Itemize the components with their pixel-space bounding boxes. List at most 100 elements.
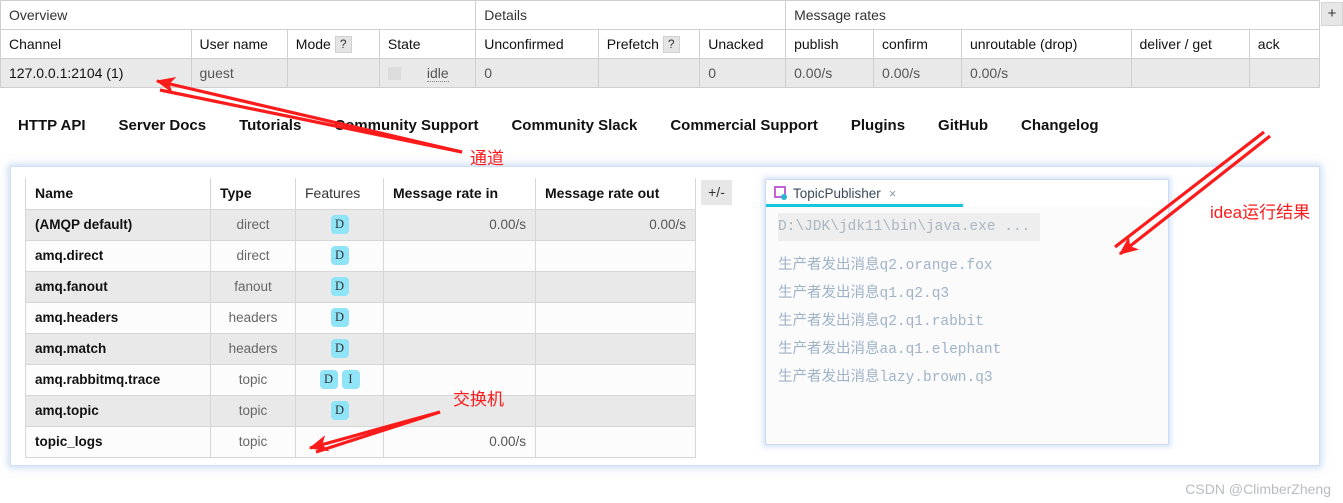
exchange-type-cell: direct — [210, 208, 296, 241]
console-command-line: D:\JDK\jdk11\bin\java.exe ... — [778, 213, 1041, 241]
column-header-unconfirmed[interactable]: Unconfirmed — [475, 29, 599, 59]
column-header-deliver-get[interactable]: deliver / get — [1130, 29, 1250, 59]
exchange-features-cell: D — [295, 394, 384, 427]
column-header-user-name[interactable]: User name — [190, 29, 288, 59]
column-header-state-label: State — [387, 36, 421, 52]
exchanges-table-row[interactable]: (AMQP default) direct D 0.00/s 0.00/s — [25, 208, 696, 241]
column-header-prefetch[interactable]: Prefetch? — [597, 29, 701, 59]
exchange-rate-out-cell — [535, 394, 696, 427]
exchanges-table-row[interactable]: amq.topic topic D — [25, 394, 696, 427]
column-header-prefetch-label: Prefetch — [606, 35, 659, 52]
exchanges-table-row[interactable]: amq.headers headers D — [25, 301, 696, 334]
exchange-name-cell[interactable]: amq.topic — [25, 394, 211, 427]
exchanges-table: Name Type Features Message rate in Messa… — [25, 178, 696, 458]
cell-state: idle — [378, 58, 477, 88]
ide-run-panel: TopicPublisher × D:\JDK\jdk11\bin\java.e… — [765, 179, 1169, 445]
exchange-name-cell[interactable]: (AMQP default) — [25, 208, 211, 241]
exchange-type-cell: headers — [210, 301, 296, 334]
exchange-features-cell: D — [295, 332, 384, 365]
exchange-features-cell: D — [295, 208, 384, 241]
exchanges-column-header-name[interactable]: Name — [25, 178, 211, 210]
group-header-overview: Overview — [0, 0, 477, 30]
footer-nav: HTTP API Server Docs Tutorials Community… — [0, 108, 1343, 142]
ide-tab-label[interactable]: TopicPublisher — [793, 186, 881, 201]
exchanges-column-header-type[interactable]: Type — [210, 178, 296, 210]
column-header-unacked[interactable]: Unacked — [699, 29, 787, 59]
exchange-name-cell[interactable]: amq.match — [25, 332, 211, 365]
cell-deliver-get — [1130, 58, 1250, 88]
exchange-name-cell[interactable]: amq.direct — [25, 239, 211, 272]
exchanges-column-header-features[interactable]: Features — [295, 178, 384, 210]
nav-link-commercial-support[interactable]: Commercial Support — [670, 117, 818, 134]
nav-link-plugins[interactable]: Plugins — [851, 117, 905, 134]
column-header-ack-label: ack — [1257, 36, 1280, 52]
cell-state-label: idle — [426, 65, 449, 82]
exchanges-column-header-rate-in[interactable]: Message rate in — [383, 178, 536, 210]
cell-unacked: 0 — [699, 58, 787, 88]
cell-channel[interactable]: 127.0.0.1:2104 (1) — [0, 58, 192, 88]
exchanges-table-row[interactable]: amq.fanout fanout D — [25, 270, 696, 303]
exchange-name-cell[interactable]: topic_logs — [25, 425, 211, 458]
exchange-features-cell — [295, 425, 384, 458]
column-header-mode[interactable]: Mode? — [286, 29, 380, 59]
feature-badge-d-icon: D — [330, 277, 349, 296]
exchange-name-cell[interactable]: amq.headers — [25, 301, 211, 334]
exchange-features-cell: D — [295, 239, 384, 272]
column-header-deliver-get-label: deliver / get — [1139, 36, 1212, 52]
exchange-name-cell[interactable]: amq.fanout — [25, 270, 211, 303]
column-header-channel-label: Channel — [9, 36, 62, 52]
column-header-unconfirmed-label: Unconfirmed — [484, 36, 564, 52]
exchanges-column-header-rate-out[interactable]: Message rate out — [535, 178, 696, 210]
exchanges-table-row[interactable]: amq.direct direct D — [25, 239, 696, 272]
feature-badge-d-icon: D — [330, 246, 349, 265]
nav-link-changelog[interactable]: Changelog — [1021, 117, 1099, 134]
channels-table-row[interactable]: 127.0.0.1:2104 (1) guest idle 0 0 0.00/s… — [0, 58, 1321, 88]
exchange-rate-out-cell — [535, 363, 696, 396]
column-header-confirm-label: confirm — [882, 36, 928, 52]
cell-unroutable: 0.00/s — [960, 58, 1132, 88]
column-header-unacked-label: Unacked — [708, 36, 764, 52]
close-icon[interactable]: × — [889, 187, 897, 200]
exchanges-plus-minus-button[interactable]: +/- — [701, 180, 732, 205]
group-header-message-rates: Message rates — [785, 0, 1320, 30]
console-command-line-wrap: D:\JDK\jdk11\bin\java.exe ... — [766, 213, 1168, 252]
exchanges-table-row[interactable]: topic_logs topic 0.00/s — [25, 425, 696, 458]
ide-console-output[interactable]: D:\JDK\jdk11\bin\java.exe ... 生产者发出消息q2.o… — [766, 207, 1168, 392]
channels-group-header-row: Overview Details Message rates — [0, 0, 1320, 30]
nav-link-github[interactable]: GitHub — [938, 117, 988, 134]
help-icon-prefetch[interactable]: ? — [662, 35, 680, 53]
exchange-features-cell: DI — [295, 363, 384, 396]
exchange-type-cell: direct — [210, 239, 296, 272]
nav-link-server-docs[interactable]: Server Docs — [119, 117, 207, 134]
console-output-line: 生产者发出消息q1.q2.q3 — [778, 286, 950, 302]
cell-confirm: 0.00/s — [873, 58, 962, 88]
ide-tab-active-underline — [766, 204, 963, 207]
column-header-channel[interactable]: Channel — [0, 29, 192, 59]
exchange-rate-in-cell — [383, 270, 536, 303]
column-header-state[interactable]: State — [378, 29, 477, 59]
column-header-publish[interactable]: publish — [785, 29, 875, 59]
column-header-unroutable[interactable]: unroutable (drop) — [960, 29, 1132, 59]
channels-column-header-row: Channel User name Mode? State Unconfirme… — [0, 29, 1321, 59]
nav-link-http-api[interactable]: HTTP API — [18, 117, 86, 134]
feature-badge-d-icon: D — [330, 215, 349, 234]
exchanges-table-row[interactable]: amq.rabbitmq.trace topic D I — [25, 363, 696, 396]
nav-link-tutorials[interactable]: Tutorials — [239, 117, 301, 134]
cell-mode — [286, 58, 380, 88]
column-header-user-name-label: User name — [199, 36, 268, 52]
run-configuration-icon — [773, 186, 788, 201]
channels-plus-minus-button[interactable]: + — [1321, 2, 1343, 26]
nav-link-community-support[interactable]: Community Support — [334, 117, 478, 134]
console-output-line: 生产者发出消息q2.orange.fox — [778, 258, 993, 274]
feature-badge-d-icon: D — [319, 370, 338, 389]
column-header-confirm[interactable]: confirm — [873, 29, 962, 59]
exchange-type-cell: topic — [210, 425, 296, 458]
help-icon-mode[interactable]: ? — [334, 35, 352, 53]
column-header-ack[interactable]: ack — [1248, 29, 1321, 59]
exchange-rate-in-cell: 0.00/s — [383, 208, 536, 241]
exchange-rate-in-cell: 0.00/s — [383, 425, 536, 458]
nav-link-community-slack[interactable]: Community Slack — [511, 117, 637, 134]
exchange-type-cell: headers — [210, 332, 296, 365]
exchanges-table-row[interactable]: amq.match headers D — [25, 332, 696, 365]
exchange-name-cell[interactable]: amq.rabbitmq.trace — [25, 363, 211, 396]
